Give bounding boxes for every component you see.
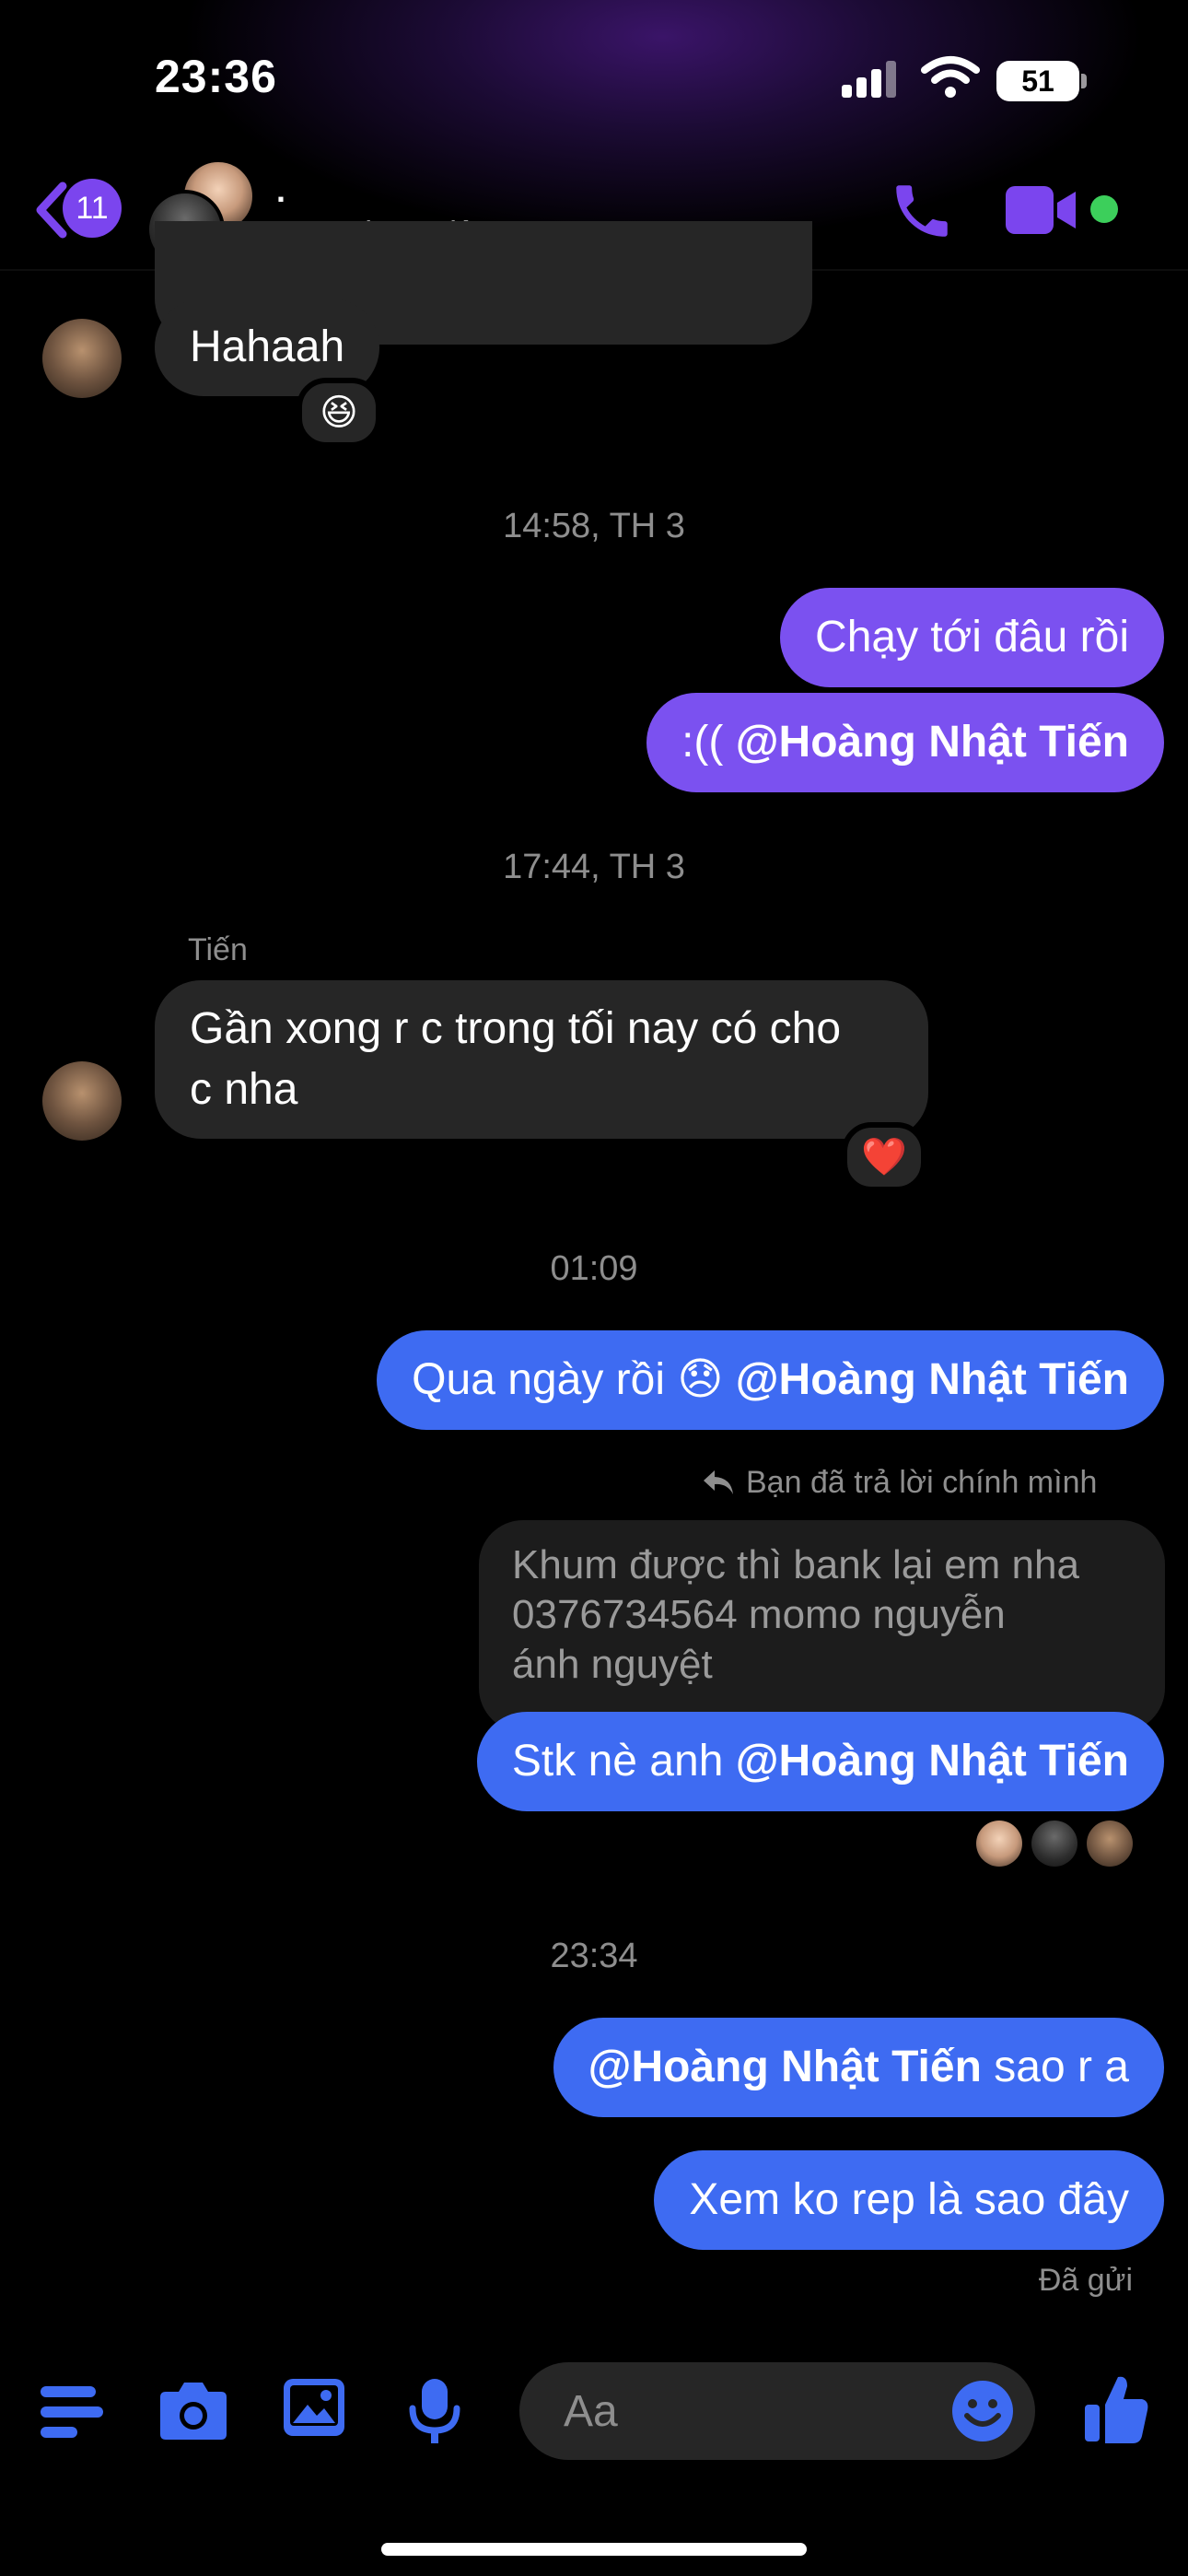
- outgoing-message[interactable]: Stk nè anh @Hoàng Nhật Tiến: [476, 1712, 1164, 1811]
- wifi-icon: [921, 56, 980, 98]
- reply-note: Bạn đã trả lời chính mình: [746, 1465, 1098, 1500]
- timestamp: 01:09: [550, 1249, 638, 1288]
- sender-name: Tiến: [188, 932, 248, 967]
- emoji: 😞: [677, 1355, 724, 1404]
- sent-status: Đã gửi: [1038, 2263, 1133, 2298]
- outgoing-message[interactable]: Chạy tới đâu rồi: [780, 588, 1164, 687]
- sender-avatar[interactable]: [42, 1061, 122, 1141]
- reaction-laugh[interactable]: 😆: [297, 378, 381, 448]
- message-line: Gần xong r c trong tối nay có cho: [190, 1004, 842, 1053]
- timestamp: 17:44, TH 3: [503, 848, 685, 886]
- outgoing-message[interactable]: @Hoàng Nhật Tiến sao r a: [553, 2018, 1164, 2117]
- message-text: Stk nè anh: [511, 1737, 724, 1786]
- quoted-line: ánh nguyệt: [512, 1642, 713, 1687]
- microphone-icon[interactable]: [409, 2377, 460, 2447]
- outgoing-message[interactable]: Qua ngày rồi 😞 @Hoàng Nhật Tiến: [377, 1330, 1164, 1430]
- outgoing-message[interactable]: Xem ko rep là sao đây: [654, 2150, 1164, 2250]
- message-line: c nha: [190, 1065, 298, 1114]
- message-text: :((: [681, 718, 724, 767]
- seen-avatar: [1087, 1821, 1133, 1867]
- quoted-line: Khum được thì bank lại em nha: [512, 1542, 1079, 1587]
- unread-count-badge[interactable]: 11: [63, 179, 122, 238]
- reply-arrow-icon: [704, 1470, 733, 1494]
- battery-tip: [1081, 74, 1087, 88]
- menu-icon[interactable]: [41, 2384, 103, 2440]
- message-text: Chạy tới đâu rồi: [815, 613, 1129, 662]
- cellular-signal-icon: [842, 59, 897, 98]
- sender-avatar[interactable]: [42, 319, 122, 398]
- mention[interactable]: @Hoàng Nhật Tiến: [736, 718, 1129, 767]
- battery-indicator: 51: [996, 61, 1079, 101]
- conversation-title[interactable]: .: [276, 171, 285, 210]
- timestamp: 14:58, TH 3: [503, 507, 685, 545]
- seen-avatar: [1031, 1821, 1077, 1867]
- reaction-heart[interactable]: ❤️: [842, 1122, 926, 1192]
- quoted-line: 0376734564 momo nguyễn: [512, 1592, 1006, 1637]
- message-text: Qua ngày rồi: [412, 1355, 665, 1404]
- message-input-placeholder: Aa: [564, 2387, 618, 2436]
- timestamp: 23:34: [550, 1937, 638, 1975]
- status-time: 23:36: [155, 51, 277, 102]
- incoming-message[interactable]: Gần xong r c trong tối nay có cho c nha: [155, 980, 928, 1139]
- mention[interactable]: @Hoàng Nhật Tiến: [588, 2043, 982, 2091]
- active-dot: [1090, 195, 1118, 223]
- message-text: Xem ko rep là sao đây: [689, 2175, 1129, 2224]
- thumbs-up-icon[interactable]: [1083, 2371, 1149, 2445]
- camera-icon[interactable]: [158, 2379, 228, 2441]
- gallery-icon[interactable]: [282, 2377, 346, 2440]
- message-text: sao r a: [994, 2043, 1129, 2091]
- outgoing-message[interactable]: :(( @Hoàng Nhật Tiến: [646, 693, 1164, 792]
- video-call-icon[interactable]: [1004, 182, 1079, 238]
- message-text: Hahaah: [190, 322, 345, 371]
- emoji-icon[interactable]: [950, 2379, 1015, 2443]
- phone-call-icon[interactable]: [888, 177, 956, 245]
- mention[interactable]: @Hoàng Nhật Tiến: [736, 1355, 1129, 1404]
- mention[interactable]: @Hoàng Nhật Tiến: [736, 1737, 1129, 1786]
- quoted-message[interactable]: Khum được thì bank lại em nha 0376734564…: [479, 1520, 1165, 1732]
- home-indicator[interactable]: [381, 2543, 807, 2556]
- seen-avatar: [976, 1821, 1022, 1867]
